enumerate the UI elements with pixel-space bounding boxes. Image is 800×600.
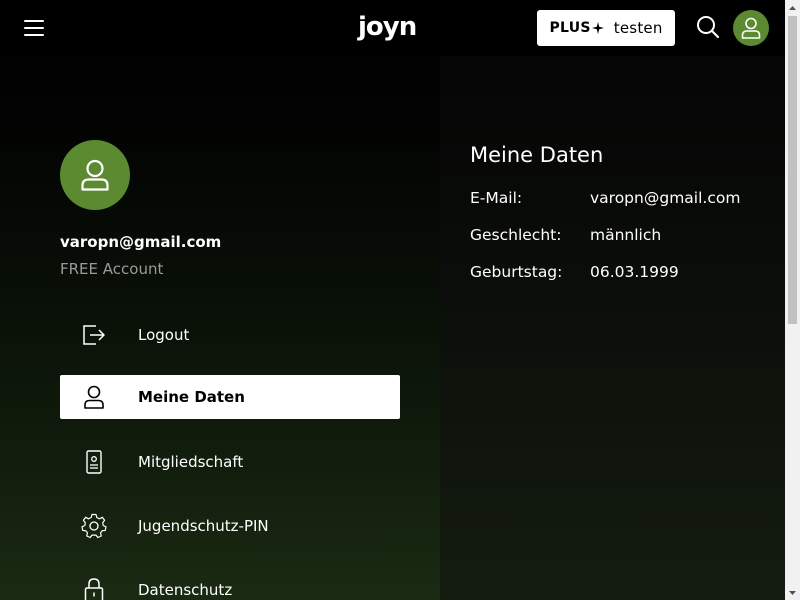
top-nav: joyn PLUS testen (0, 0, 785, 56)
detail-row-gender: Geschlecht: männlich (470, 226, 770, 244)
account-avatar-button[interactable] (733, 10, 769, 46)
menu-item-label: Meine Daten (138, 388, 245, 406)
user-icon (81, 384, 107, 410)
page: joyn PLUS testen varopn@gmail.com FREE A… (0, 0, 800, 600)
menu-item-label: Mitgliedschaft (138, 453, 244, 471)
plus-testen-button[interactable]: PLUS testen (537, 10, 675, 46)
detail-key: Geschlecht: (470, 226, 562, 244)
user-icon (81, 159, 109, 191)
detail-row-birthday: Geburtstag: 06.03.1999 (470, 263, 770, 281)
menu-item-label: Logout (138, 326, 190, 344)
detail-value: männlich (590, 226, 662, 244)
hamburger-menu-icon[interactable] (24, 20, 44, 36)
logout-icon (81, 322, 107, 348)
search-icon[interactable] (696, 15, 720, 39)
scroll-up-arrow-icon[interactable] (785, 0, 800, 15)
detail-value: 06.03.1999 (590, 263, 679, 281)
lock-icon (81, 577, 107, 600)
avatar (60, 140, 130, 210)
scrollbar-thumb[interactable] (788, 16, 797, 324)
scroll-down-arrow-icon[interactable] (785, 585, 800, 600)
vertical-scrollbar[interactable] (785, 0, 800, 600)
menu-item-label: Datenschutz (138, 581, 233, 599)
menu-item-label: Jugendschutz-PIN (138, 517, 269, 535)
menu-item-mitgliedschaft[interactable]: Mitgliedschaft (60, 440, 400, 484)
detail-key: Geburtstag: (470, 263, 563, 281)
profile-plan: FREE Account (60, 260, 164, 278)
plus-label: PLUS (549, 20, 591, 36)
menu-item-jugendschutz-pin[interactable]: Jugendschutz-PIN (60, 504, 400, 548)
profile-email: varopn@gmail.com (60, 233, 222, 251)
gear-icon (81, 513, 107, 539)
detail-key: E-Mail: (470, 189, 523, 207)
testen-label: testen (613, 19, 663, 37)
user-icon (741, 17, 761, 39)
membership-card-icon (81, 449, 107, 475)
menu-item-meine-daten[interactable]: Meine Daten (60, 375, 400, 419)
right-panel (440, 56, 785, 600)
detail-value: varopn@gmail.com (590, 189, 741, 207)
sparkle-icon (591, 22, 604, 34)
page-title: Meine Daten (470, 143, 604, 167)
main-content: joyn PLUS testen varopn@gmail.com FREE A… (0, 0, 785, 600)
detail-row-email: E-Mail: varopn@gmail.com (470, 189, 770, 207)
menu-item-datenschutz[interactable]: Datenschutz (60, 568, 400, 600)
joyn-logo[interactable]: joyn (358, 12, 417, 42)
menu-item-logout[interactable]: Logout (60, 313, 400, 357)
